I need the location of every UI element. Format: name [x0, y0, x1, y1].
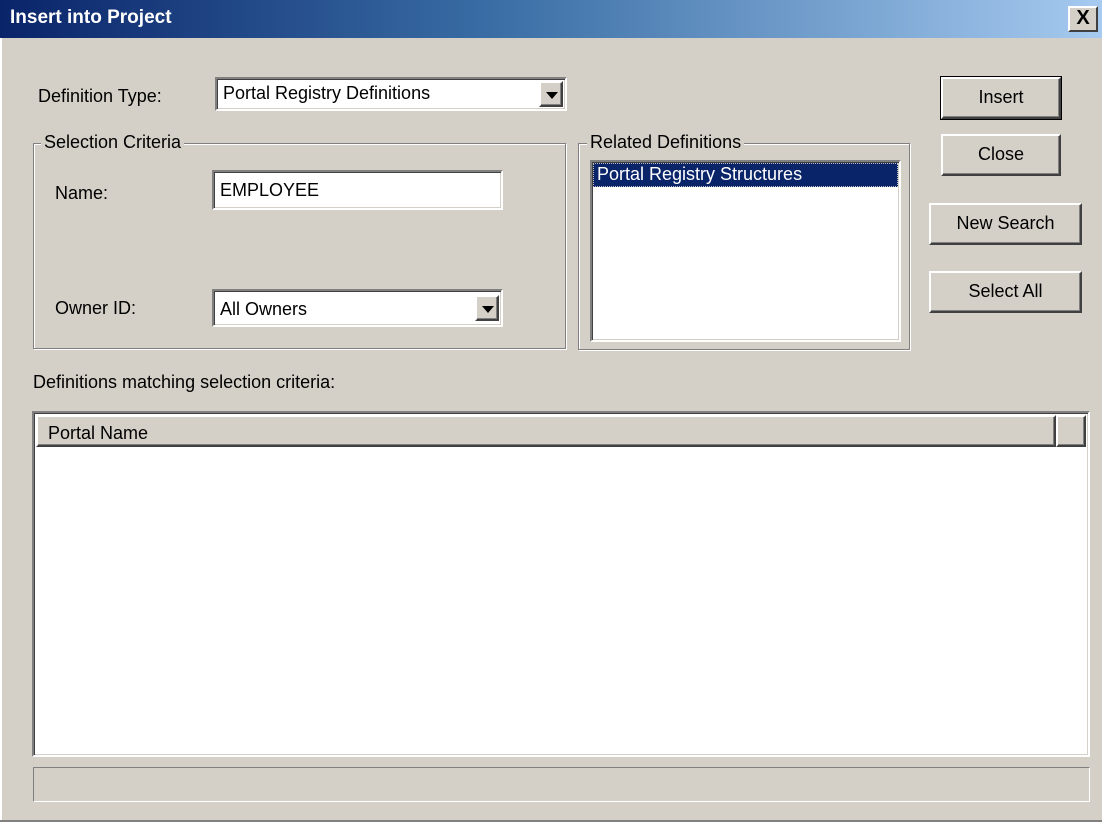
related-definitions-legend: Related Definitions: [587, 132, 745, 152]
name-input[interactable]: EMPLOYEE: [212, 170, 503, 210]
chevron-down-icon[interactable]: [475, 295, 499, 321]
title-bar[interactable]: Insert into Project X: [0, 0, 1102, 38]
owner-id-dropdown[interactable]: All Owners: [212, 289, 503, 327]
selection-criteria-legend: Selection Criteria: [41, 132, 185, 152]
definition-type-dropdown[interactable]: Portal Registry Definitions: [215, 77, 567, 111]
column-header-filler: [1056, 415, 1086, 447]
status-bar: [33, 767, 1090, 802]
window-border: [0, 38, 2, 822]
list-item[interactable]: Portal Registry Structures: [593, 163, 898, 187]
list-item-label: Portal Registry Structures: [597, 164, 803, 184]
owner-id-label: Owner ID:: [55, 298, 137, 318]
results-table[interactable]: Portal Name: [32, 411, 1090, 757]
name-input-value: EMPLOYEE: [220, 180, 320, 200]
related-definitions-list[interactable]: Portal Registry Structures: [590, 160, 901, 342]
column-header-portal-name[interactable]: Portal Name: [36, 415, 1056, 447]
new-search-button[interactable]: New Search: [929, 203, 1082, 245]
select-all-button[interactable]: Select All: [929, 271, 1082, 313]
definition-type-value: Portal Registry Definitions: [223, 83, 431, 103]
results-caption: Definitions matching selection criteria:: [33, 372, 336, 392]
close-icon[interactable]: X: [1068, 6, 1098, 32]
owner-id-value: All Owners: [220, 299, 308, 319]
chevron-down-icon[interactable]: [539, 81, 563, 107]
definition-type-label: Definition Type:: [38, 86, 162, 106]
name-label: Name:: [55, 183, 109, 203]
close-button[interactable]: Close: [941, 134, 1061, 176]
insert-button[interactable]: Insert: [940, 76, 1062, 120]
column-header-label: Portal Name: [48, 423, 149, 443]
window-title: Insert into Project: [10, 7, 172, 28]
